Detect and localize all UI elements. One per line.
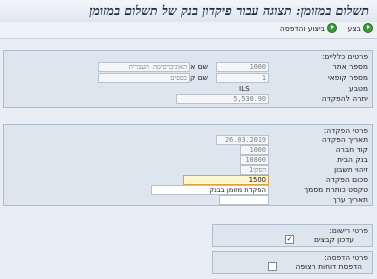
balance-label: יתרה להפקדה — [321, 94, 368, 103]
window-title: תשלום במזומן: תצוגה עבור פיקדון בנק של ת… — [89, 3, 369, 18]
deposit-date-label: תאריך הפקדה — [321, 135, 368, 144]
cashbox-number-field[interactable]: 1 — [216, 73, 269, 83]
printing-details-title: פרטי הדפסה: — [324, 253, 368, 262]
execute-button[interactable]: בצע — [347, 23, 373, 35]
company-code-field[interactable]: 1000 — [240, 145, 269, 155]
currency-label: מטבע — [349, 84, 368, 93]
value-date-label: תאריך ערך — [332, 195, 368, 204]
site-number-label: מספר אתר — [332, 62, 368, 71]
site-number-field[interactable]: 1000 — [216, 62, 269, 72]
cashbox-number-label: מספר קופאי — [327, 73, 368, 82]
general-details-title: פרטים כלליים: — [321, 52, 368, 61]
execute-icon — [363, 23, 373, 33]
printing-details-panel: פרטי הדפסה: הדפסת דוחות רצופה — [212, 251, 373, 274]
update-files-label: עדכון קבצים — [314, 235, 354, 244]
title-bar: תשלום במזומן: תצוגה עבור פיקדון בנק של ת… — [0, 0, 377, 23]
account-id-label: זיהוי חשבון — [334, 165, 368, 174]
currency-value: ILS — [239, 84, 250, 93]
execute-print-label: ביצוע והדפסה — [279, 24, 325, 33]
account-id-field[interactable]: הפקו1 — [240, 165, 269, 175]
posting-details-panel: פרטי רישום: עדכון קבצים ✓ — [212, 224, 373, 247]
house-bank-field[interactable]: 10800 — [240, 155, 269, 165]
balance-field[interactable]: 5,530.90 — [176, 94, 269, 104]
deposit-amount-field[interactable]: 1500 — [183, 175, 269, 185]
execute-print-icon — [327, 23, 337, 33]
update-files-checkbox[interactable]: ✓ — [285, 235, 294, 244]
company-code-label: קוד חברה — [335, 145, 368, 154]
execute-print-button[interactable]: ביצוע והדפסה — [279, 23, 337, 35]
general-details-panel: פרטים כלליים: מספר אתר 1000 שם אתר האוני… — [3, 50, 373, 108]
value-date-field[interactable] — [219, 195, 269, 205]
cashbox-name-field[interactable]: כספים — [98, 73, 190, 83]
header-text-label: טקסט כותרת מסמך — [304, 185, 368, 194]
deposit-date-field[interactable]: 26.03.2019 — [216, 135, 269, 145]
house-bank-label: בנק הבית — [337, 155, 368, 164]
toolbar: בצע ביצוע והדפסה — [0, 22, 377, 39]
continuous-print-checkbox[interactable] — [268, 262, 277, 271]
deposit-details-title: פרטי הפקדה: — [323, 126, 368, 135]
header-text-field[interactable]: הפקדת מזומן בבנק — [151, 185, 269, 195]
deposit-details-panel: פרטי הפקדה: תאריך הפקדה 26.03.2019 קוד ח… — [3, 124, 373, 206]
execute-label: בצע — [347, 24, 361, 33]
continuous-print-label: הדפסת דוחות רצופה — [295, 262, 362, 271]
deposit-amount-label: סכום הפקדה — [325, 175, 368, 184]
site-name-field[interactable]: האוניברסיטה העברית — [98, 62, 190, 72]
posting-details-title: פרטי רישום: — [329, 226, 368, 235]
